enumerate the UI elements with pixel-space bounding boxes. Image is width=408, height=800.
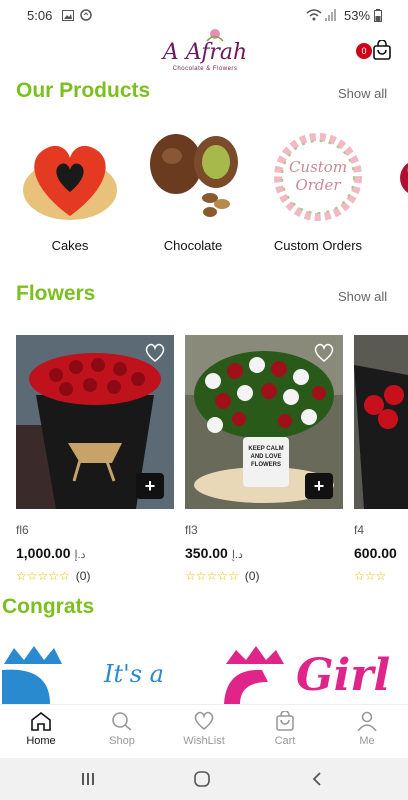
- add-to-cart-button[interactable]: +: [305, 473, 333, 499]
- tab-label: WishList: [183, 735, 225, 747]
- product-name: f4: [354, 523, 365, 537]
- sync-icon: [80, 9, 92, 24]
- product-card[interactable]: + fl6 1,000.00 د.إ ☆☆☆☆☆ (0): [16, 335, 174, 583]
- flowers-show-all-link[interactable]: Show all: [338, 289, 387, 304]
- category-cakes[interactable]: Cakes: [15, 128, 125, 253]
- flower-partial-image: [388, 148, 408, 208]
- star-rating-icons: ☆☆☆☆☆: [16, 569, 70, 583]
- tab-home[interactable]: Home: [5, 711, 77, 747]
- category-label: Chocolate: [163, 238, 223, 253]
- brand-tagline: Chocolate & Flowers: [172, 66, 238, 72]
- price-currency: د.إ: [74, 549, 86, 561]
- bottom-tab-bar: Home Shop WishList Cart Me: [0, 704, 408, 759]
- product-image[interactable]: +: [16, 335, 174, 509]
- product-rating: ☆☆☆☆☆ (0): [185, 569, 343, 583]
- recent-apps-icon[interactable]: [81, 772, 95, 786]
- chocolate-image: [144, 128, 242, 226]
- price-value: 1,000.00: [16, 545, 71, 561]
- product-price: 350.00 د.إ: [185, 545, 343, 561]
- battery-icon: [374, 9, 382, 25]
- person-icon: [357, 711, 377, 731]
- product-price: 600.00: [354, 545, 408, 561]
- cart-count-badge: 0: [356, 43, 372, 59]
- price-currency: د.إ: [231, 549, 243, 561]
- product-rating: ☆☆☆: [354, 569, 408, 583]
- price-value: 600.00: [354, 545, 397, 561]
- gallery-icon: [62, 9, 74, 24]
- wifi-icon: [306, 9, 322, 24]
- category-label: Cakes: [51, 238, 89, 253]
- system-navigation-bar: [0, 758, 408, 800]
- back-icon[interactable]: [311, 772, 323, 786]
- tab-label: Home: [26, 735, 56, 747]
- tab-label: Shop: [109, 735, 135, 747]
- add-to-cart-button[interactable]: +: [136, 473, 164, 499]
- star-rating-icons: ☆☆☆☆☆: [185, 569, 239, 583]
- home-icon: [31, 711, 51, 731]
- star-rating-icons: ☆☆☆: [354, 569, 387, 583]
- review-count: (0): [244, 569, 260, 583]
- tab-wishlist[interactable]: WishList: [168, 711, 240, 747]
- tab-shop[interactable]: Shop: [86, 711, 158, 747]
- category-custom-orders[interactable]: Custom Order Custom Orders: [263, 128, 373, 253]
- product-image[interactable]: [354, 335, 408, 509]
- tab-label: Cart: [274, 735, 296, 747]
- product-name: fl6: [16, 523, 29, 537]
- our-products-title: Our Products: [16, 79, 151, 102]
- custom-order-image: Custom Order: [269, 128, 367, 226]
- price-value: 350.00: [185, 545, 228, 561]
- product-card[interactable]: f4 600.00 ☆☆☆: [354, 335, 408, 583]
- heart-icon: [194, 711, 214, 731]
- search-icon: [112, 712, 132, 731]
- tab-cart[interactable]: Cart: [249, 711, 321, 747]
- review-count: (0): [75, 569, 91, 583]
- congrats-banner-image[interactable]: It's a Girl: [0, 642, 408, 704]
- status-time: 5:06: [27, 8, 53, 23]
- home-button-icon[interactable]: [194, 771, 210, 787]
- flower-logo-icon: [206, 29, 224, 42]
- bag-icon: [276, 711, 294, 731]
- category-partial[interactable]: [388, 128, 408, 208]
- brand-logo[interactable]: A Afrah Chocolate & Flowers: [160, 28, 250, 76]
- custom-order-text: Custom Order: [288, 158, 348, 194]
- category-label: Custom Orders: [273, 238, 363, 253]
- product-name: fl3: [185, 523, 198, 537]
- bag-icon: [373, 40, 391, 60]
- product-card[interactable]: KEEP CALM AND LOVE FLOWERS + fl3 350.00 د…: [185, 335, 343, 583]
- tab-me[interactable]: Me: [331, 711, 403, 747]
- heart-cake-image: [21, 128, 119, 226]
- product-image[interactable]: KEEP CALM AND LOVE FLOWERS +: [185, 335, 343, 509]
- banner-text-its-a: It's a: [104, 660, 164, 688]
- flowers-title: Flowers: [16, 282, 96, 305]
- congrats-title: Congrats: [2, 595, 95, 618]
- product-price: 1,000.00 د.إ: [16, 545, 174, 561]
- signal-icon: [325, 9, 337, 24]
- tab-label: Me: [359, 735, 375, 747]
- banner-text-girl: Girl: [296, 650, 391, 701]
- mug-text: KEEP CALM AND LOVE FLOWERS: [248, 446, 284, 468]
- category-chocolate[interactable]: Chocolate: [138, 128, 248, 253]
- wishlist-heart-icon[interactable]: [313, 343, 335, 368]
- product-rating: ☆☆☆☆☆ (0): [16, 569, 174, 583]
- battery-level: 53%: [344, 8, 371, 23]
- wishlist-heart-icon[interactable]: [144, 343, 166, 368]
- status-bar: 5:06 53%: [0, 0, 408, 30]
- brand-name: A Afrah: [162, 40, 248, 65]
- products-show-all-link[interactable]: Show all: [338, 86, 387, 101]
